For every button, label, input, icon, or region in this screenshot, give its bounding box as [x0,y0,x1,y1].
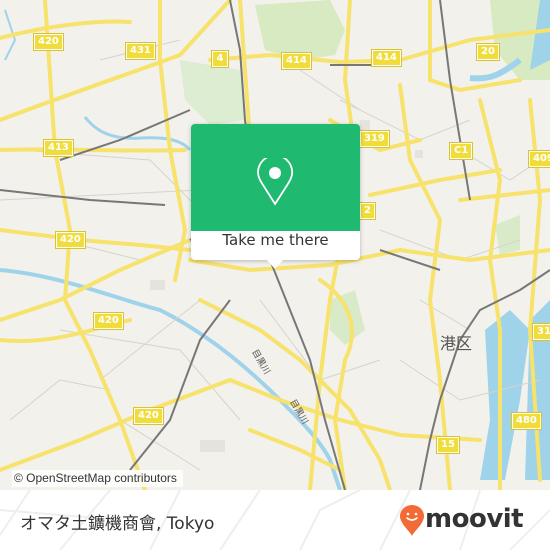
map-pin-icon [257,158,294,206]
location-popup: Take me there [191,124,360,269]
route-shield: 413 [43,139,74,157]
map-attribution[interactable]: © OpenStreetMap contributors [12,470,183,487]
district-label: 港区 [440,334,473,353]
route-shield: 316 [532,323,550,341]
footer-bar: オマタ土鑛機商會, Tokyo moovit [0,490,550,550]
route-shield: 420 [55,231,86,249]
route-shield: 420 [93,312,124,330]
route-shield: C1 [448,142,474,160]
popup-header [191,124,360,231]
route-shield: 480 [511,412,542,430]
place-title: オマタ土鑛機商會, Tokyo [20,514,215,534]
route-shield: 409 [528,150,550,168]
route-shield: 420 [133,407,164,425]
route-shield: 20 [476,43,500,61]
route-shield: 420 [33,33,64,51]
route-shield: 4 [211,50,229,68]
take-me-there-button[interactable]: Take me there [191,231,360,260]
moovit-pin-icon [400,505,424,536]
route-shield: 2 [359,202,376,220]
popup-pointer [266,259,284,269]
map-view[interactable]: 420 431 4 414 414 20 413 319 C1 409 2 42… [0,0,550,490]
route-shield: 414 [371,49,402,67]
route-shield: 414 [281,52,312,70]
route-shield: 15 [436,436,460,454]
popup-footer: Take me there [191,231,360,260]
moovit-wordmark: moovit [425,504,524,534]
route-shield: 431 [125,42,156,60]
route-shield: 319 [359,130,390,148]
